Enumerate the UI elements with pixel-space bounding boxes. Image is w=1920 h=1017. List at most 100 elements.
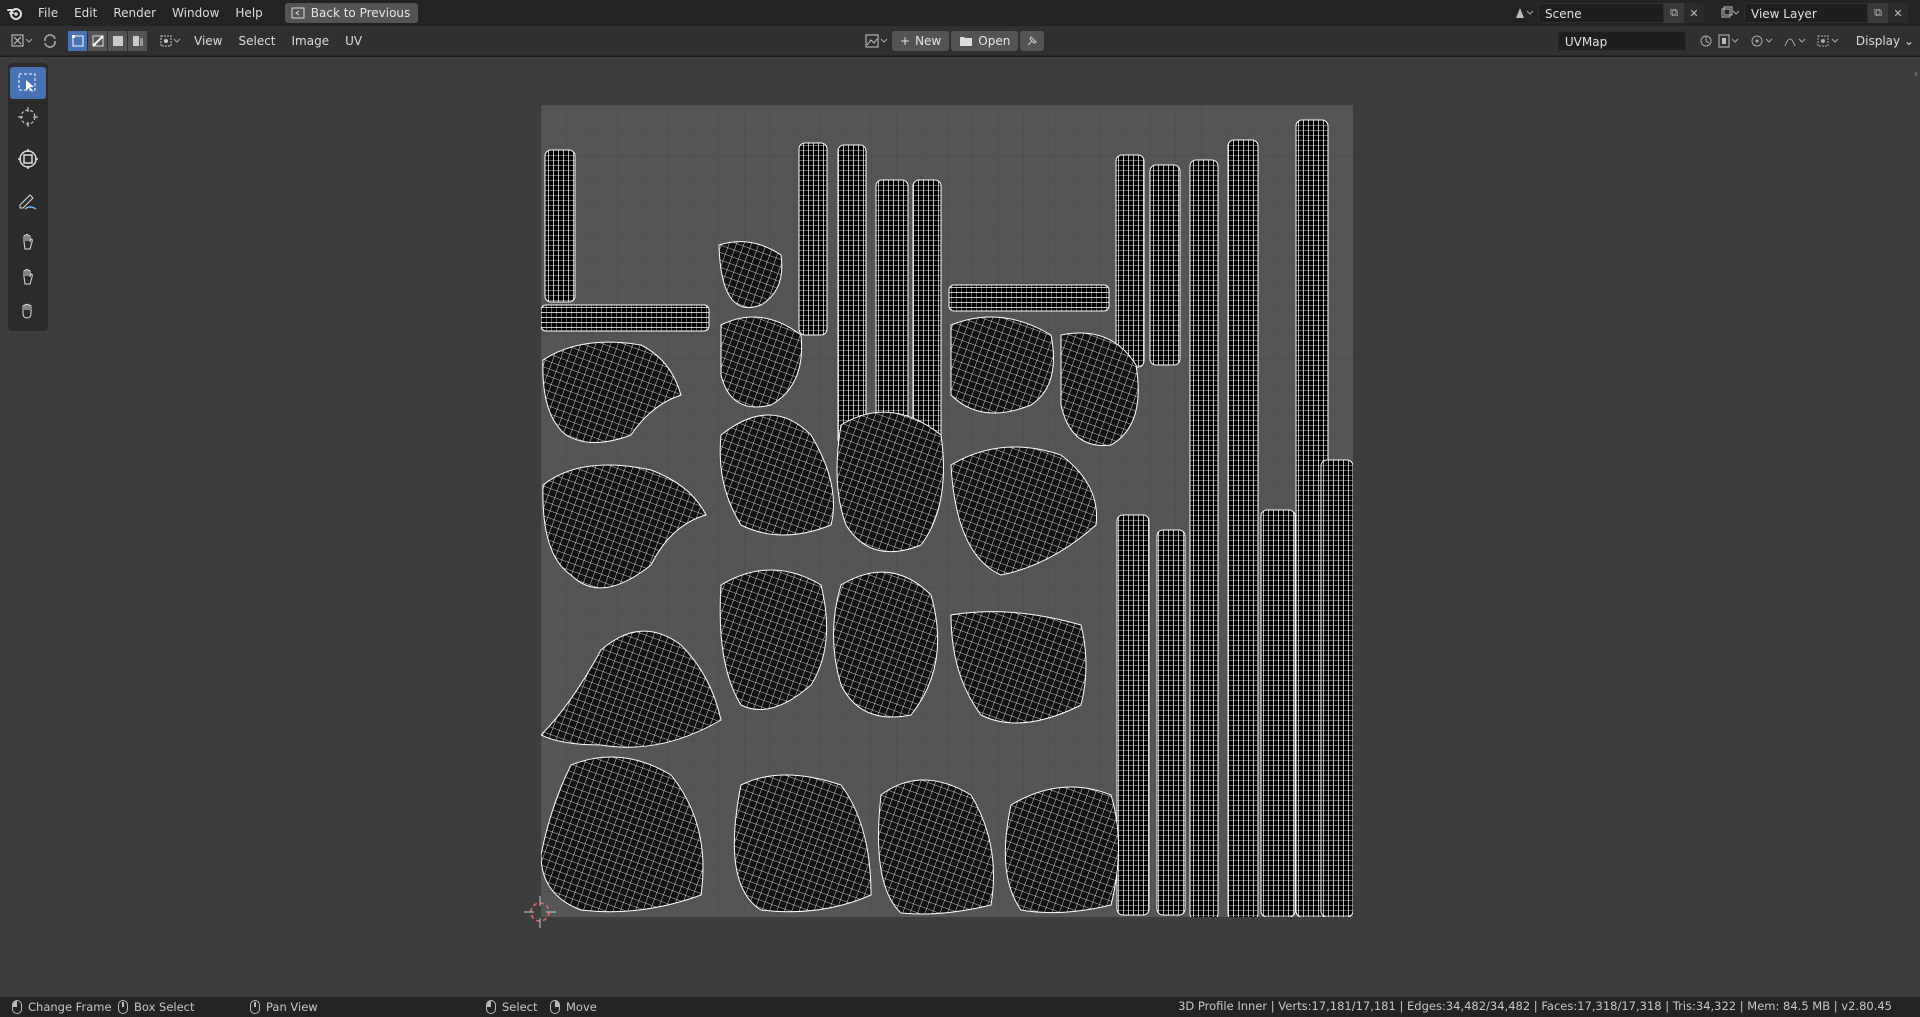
- menu-window[interactable]: Window: [164, 3, 227, 23]
- chevron-down-icon: ⌄: [1903, 34, 1914, 48]
- status-change-frame: Change Frame: [12, 999, 112, 1015]
- menu-view[interactable]: View: [186, 31, 230, 51]
- status-box-select-label: Box Select: [134, 1000, 195, 1014]
- pin-icon[interactable]: [1020, 31, 1045, 51]
- mouse-right-icon: [550, 1000, 560, 1014]
- open-image-label: Open: [978, 34, 1011, 48]
- sidebar-toggle-icon[interactable]: ‹: [1914, 69, 1918, 80]
- back-to-previous-button[interactable]: Back to Previous: [284, 3, 419, 23]
- scene-statistics: 3D Profile Inner | Verts:17,181/17,181 |…: [1178, 999, 1892, 1013]
- uv-island[interactable]: [1320, 459, 1353, 917]
- relax-icon: [23, 268, 33, 285]
- uv-island[interactable]: [912, 179, 942, 449]
- scene-icon: [1510, 3, 1538, 23]
- annotate-tool[interactable]: [10, 185, 46, 217]
- uv-viewport[interactable]: ‹: [0, 57, 1920, 997]
- view-layer-field[interactable]: View Layer: [1744, 3, 1868, 23]
- grab-icon: [23, 233, 33, 250]
- sticky-selection-icon[interactable]: [156, 31, 186, 51]
- mouse-drag-icon: [118, 1000, 128, 1014]
- falloff-icon[interactable]: [1782, 31, 1814, 51]
- snapping-icon[interactable]: [1814, 31, 1848, 51]
- back-icon: [291, 7, 305, 19]
- uv-island[interactable]: [1156, 529, 1186, 916]
- island-mode-icon[interactable]: [128, 30, 147, 51]
- status-box-select: Box Select: [118, 999, 195, 1015]
- grab-tool[interactable]: [10, 227, 46, 259]
- display-dropdown[interactable]: Display ⌄: [1848, 31, 1920, 51]
- vertex-mode-icon[interactable]: [68, 30, 87, 51]
- view-layer-copy-icon[interactable]: ⧉: [1868, 3, 1888, 23]
- uv-island[interactable]: [1227, 139, 1259, 917]
- uv-island[interactable]: [1004, 786, 1119, 914]
- view-layer-selector[interactable]: View Layer ⧉ ✕: [1716, 3, 1908, 23]
- uv-island[interactable]: [836, 411, 944, 553]
- sync-selection-icon[interactable]: [38, 31, 62, 51]
- new-image-button[interactable]: + New: [892, 31, 950, 51]
- proportional-editing-icon[interactable]: [1748, 31, 1782, 51]
- scene-field[interactable]: Scene: [1538, 3, 1664, 23]
- uvmap-field[interactable]: UVMap: [1557, 31, 1686, 51]
- selection-mode-group: [68, 30, 148, 51]
- uv-island[interactable]: [948, 284, 1110, 312]
- uv-island[interactable]: [875, 179, 909, 446]
- view-layer-close-icon[interactable]: ✕: [1888, 3, 1908, 23]
- cursor-tool[interactable]: [10, 101, 46, 133]
- top-menubar: File Edit Render Window Help Back to Pre…: [0, 0, 1920, 26]
- image-browse-icon[interactable]: [862, 31, 892, 51]
- pivot-point-icon[interactable]: [1716, 31, 1744, 51]
- uv-island[interactable]: [1115, 154, 1145, 368]
- pinch-icon: [22, 303, 32, 319]
- relax-tool[interactable]: [10, 261, 46, 293]
- editor-type-icon[interactable]: [8, 31, 38, 51]
- blender-logo-icon[interactable]: [0, 0, 30, 26]
- select-box-tool[interactable]: [10, 67, 46, 99]
- uv-island[interactable]: [837, 144, 867, 446]
- new-image-label: New: [915, 34, 942, 48]
- scene-close-icon[interactable]: ✕: [1684, 3, 1704, 23]
- folder-icon: [960, 37, 973, 46]
- face-mode-icon[interactable]: [108, 30, 127, 51]
- menu-image[interactable]: Image: [284, 31, 338, 51]
- uv-island[interactable]: [541, 304, 710, 332]
- status-select-label: Select: [502, 1000, 538, 1014]
- mouse-left-icon: [486, 1000, 496, 1014]
- select-box-icon: [18, 73, 36, 92]
- uv-editor-header: View Select Image UV + New Open UVMap Di…: [0, 26, 1920, 56]
- pinch-tool[interactable]: [10, 295, 46, 327]
- image-controls: + New Open: [862, 31, 1046, 51]
- uv-island[interactable]: [1116, 514, 1150, 916]
- plus-icon: +: [900, 34, 911, 48]
- uv-island[interactable]: [1149, 164, 1181, 366]
- uv-island[interactable]: [798, 142, 828, 336]
- mouse-middle-icon: [250, 1000, 260, 1014]
- open-image-button[interactable]: Open: [951, 31, 1019, 51]
- uv-island[interactable]: [950, 316, 1054, 414]
- mouse-left-icon: [12, 1000, 22, 1014]
- menu-help[interactable]: Help: [227, 3, 270, 23]
- uv-island[interactable]: [833, 571, 939, 718]
- uv-island[interactable]: [544, 149, 576, 303]
- back-to-previous-label: Back to Previous: [310, 6, 411, 20]
- display-label: Display: [1855, 34, 1901, 48]
- scene-copy-icon[interactable]: ⧉: [1664, 3, 1684, 23]
- edge-mode-icon[interactable]: [88, 30, 107, 51]
- scene-selector[interactable]: Scene ⧉ ✕: [1510, 3, 1704, 23]
- menu-edit[interactable]: Edit: [66, 3, 105, 23]
- 2d-cursor-icon[interactable]: [520, 892, 560, 932]
- menu-select[interactable]: Select: [230, 31, 283, 51]
- status-bar: Change Frame Box Select Pan View Select …: [0, 997, 1920, 1017]
- transform-tool[interactable]: [10, 143, 46, 175]
- uv-sync-icon[interactable]: [1696, 31, 1716, 51]
- status-select: Select: [486, 999, 537, 1015]
- view-layer-icon: [1716, 3, 1744, 23]
- menu-render[interactable]: Render: [105, 3, 164, 23]
- status-change-frame-label: Change Frame: [28, 1000, 112, 1014]
- uv-island[interactable]: [1189, 159, 1219, 917]
- uv-island[interactable]: [1260, 509, 1296, 917]
- status-pan-view: Pan View: [250, 999, 318, 1015]
- uv-grid-canvas[interactable]: [541, 105, 1353, 917]
- menu-file[interactable]: File: [30, 3, 66, 23]
- menu-uv[interactable]: UV: [337, 31, 370, 51]
- annotate-icon: [19, 194, 37, 210]
